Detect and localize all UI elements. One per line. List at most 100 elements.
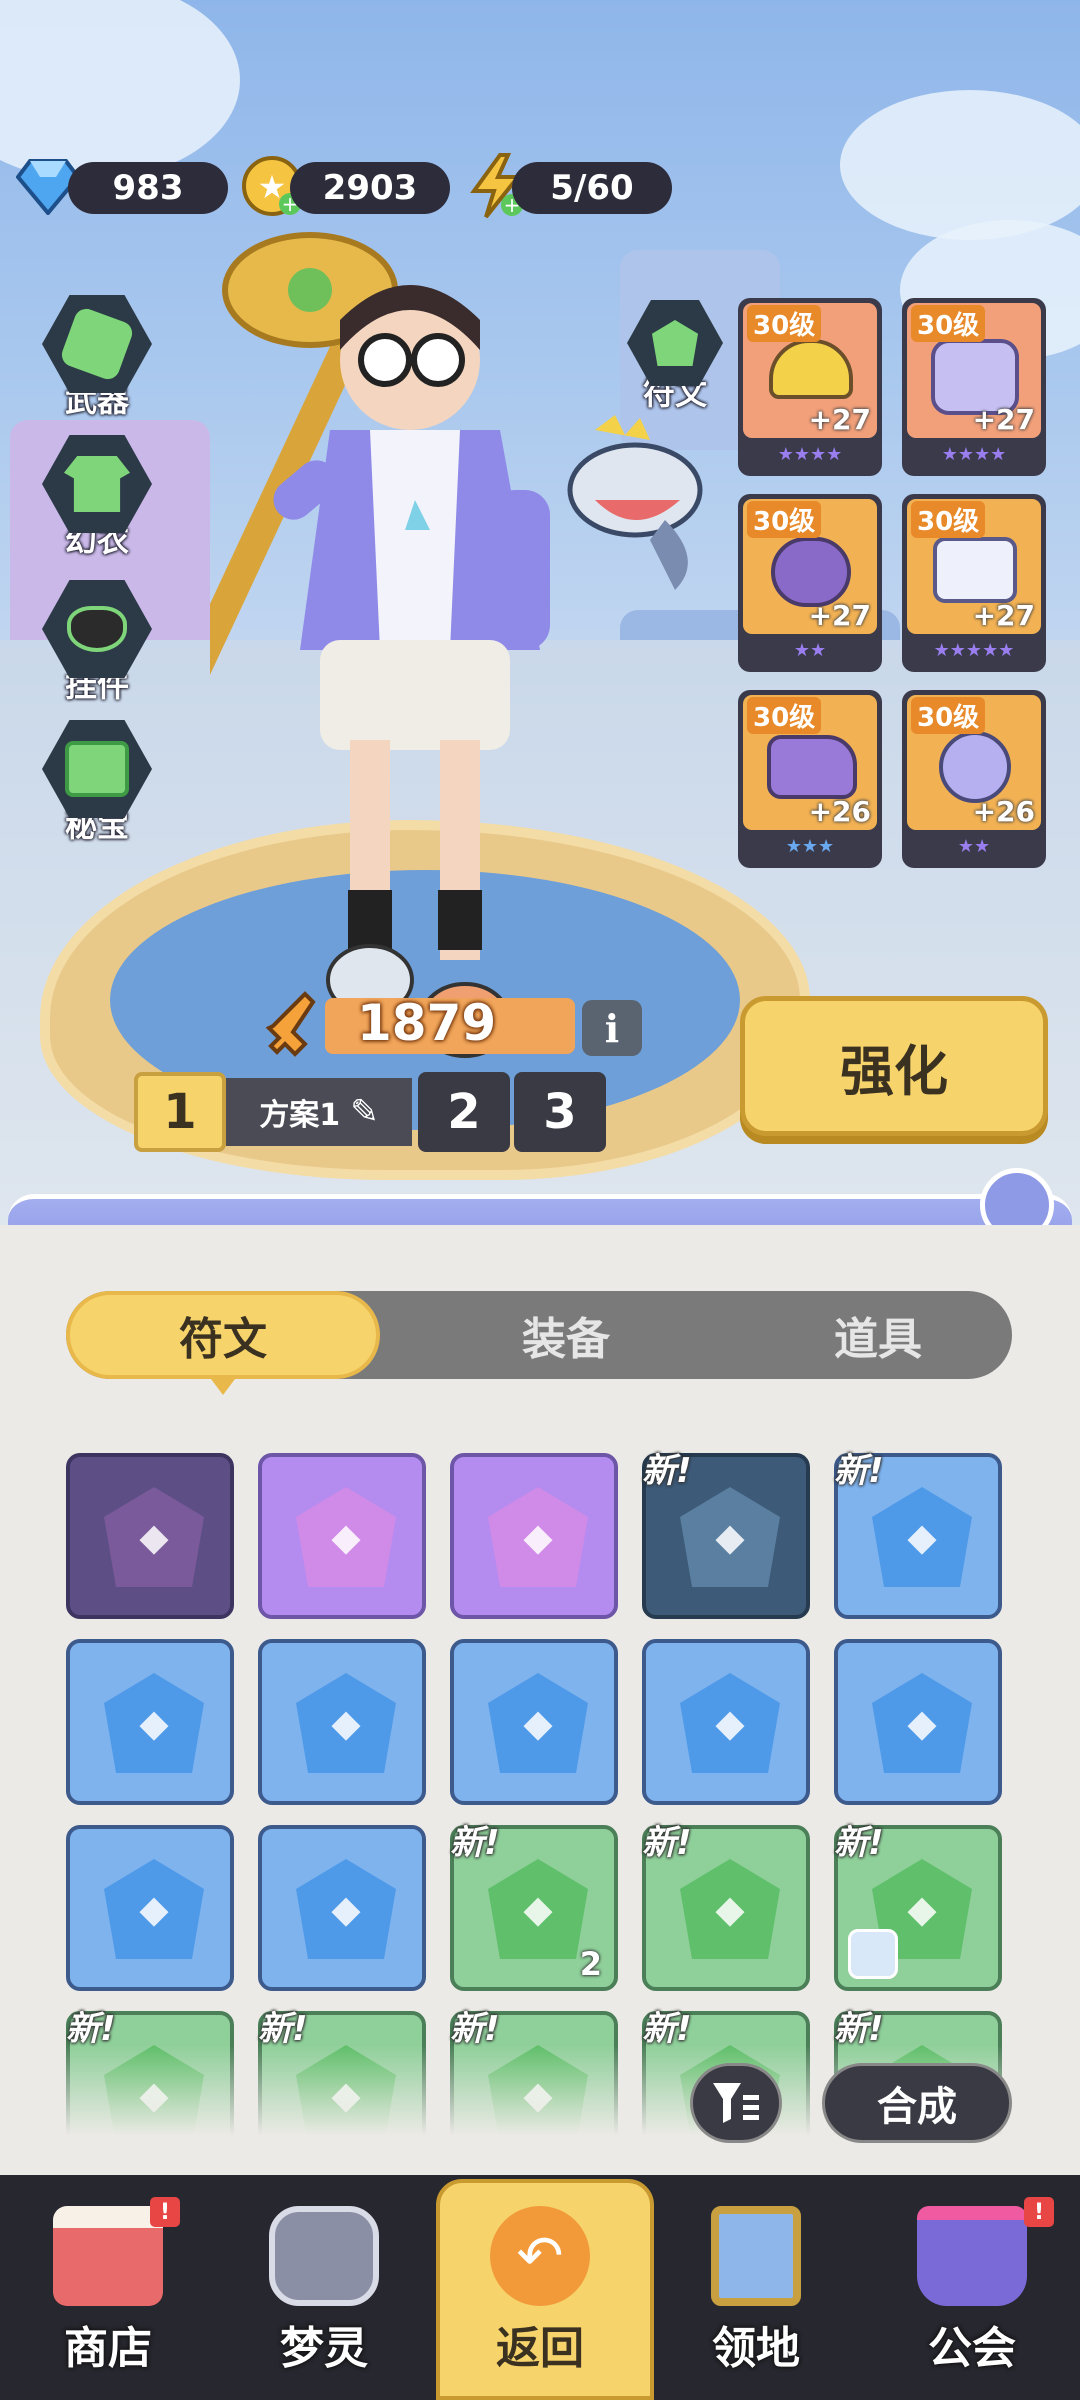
inventory-panel: 符文 装备 道具 ◆◆◆◆新!◆新!◆◆◆◆◆◆◆◆新!2◆新!◆新!◆新!◆新…	[0, 1225, 1080, 2175]
rune-slot[interactable]: ◆	[642, 1639, 810, 1805]
rune-slot[interactable]: ◆	[450, 1639, 618, 1805]
sword-icon	[265, 991, 316, 1057]
shark-pet[interactable]	[555, 410, 725, 600]
new-badge: 新!	[450, 2009, 500, 2049]
energy-value: 5/60	[512, 162, 672, 214]
guild-icon	[917, 2206, 1027, 2306]
helmet-icon: 30级 +27	[743, 303, 877, 438]
orb-icon: 30级 +26	[907, 695, 1041, 830]
gem-value: 983	[68, 162, 228, 214]
power-value: 1879	[357, 994, 497, 1052]
rune-gem-icon: ◆	[488, 1487, 588, 1587]
tab-items[interactable]: 道具	[758, 1291, 998, 1379]
stack-count: 2	[579, 1945, 602, 1983]
edit-icon[interactable]: ✎	[350, 1092, 379, 1132]
rune-slot[interactable]: ◆	[258, 1639, 426, 1805]
treasure-button[interactable]: 秘宝	[34, 720, 160, 846]
player-character[interactable]	[210, 230, 610, 1070]
rune-gem-icon: ◆	[296, 1673, 396, 1773]
rune-gem-icon: ◆	[296, 1859, 396, 1959]
rune-slot[interactable]: ◆	[258, 1825, 426, 1991]
new-badge: 新!	[66, 2009, 116, 2049]
rune-slot[interactable]: ◆新!	[834, 1823, 1002, 1991]
rune-slot[interactable]: ◆	[258, 1453, 426, 1619]
rune-slot[interactable]: ◆	[66, 1825, 234, 1991]
weapon-button[interactable]: 武器	[34, 295, 160, 421]
rune-gem-icon: ◆	[680, 1859, 780, 1959]
rune-gem-icon: ◆	[104, 1859, 204, 1959]
return-icon: ↶	[490, 2206, 590, 2306]
filter-icon	[713, 2083, 759, 2123]
territory-icon	[711, 2206, 801, 2306]
loadout-plan-label[interactable]: 方案1 ✎	[226, 1078, 412, 1146]
equipment-slot-boots[interactable]: 30级 +26 ★★★	[738, 690, 882, 868]
outfit-button[interactable]: 幻衣	[34, 435, 160, 561]
nav-guild[interactable]: ! 公会	[864, 2175, 1080, 2400]
spirit-icon	[269, 2206, 379, 2306]
pants-icon: 30级 +27	[907, 499, 1041, 634]
rune-gem-icon: ◆	[488, 1859, 588, 1959]
rune-inventory-grid: ◆◆◆◆新!◆新!◆◆◆◆◆◆◆◆新!2◆新!◆新!◆新!◆新!◆新!◆新!◆新…	[66, 1439, 1016, 2139]
loadout-bar: 1 方案1 ✎ 2 3	[134, 1072, 610, 1152]
new-badge: 新!	[642, 2009, 692, 2049]
active-tab-pointer	[208, 1375, 238, 1395]
equipment-slot-orb[interactable]: 30级 +26 ★★	[902, 690, 1046, 868]
rune-gem-icon: ◆	[680, 1673, 780, 1773]
nav-dream-spirit[interactable]: 梦灵	[216, 2175, 432, 2400]
nav-territory[interactable]: 领地	[648, 2175, 864, 2400]
treasure-icon	[42, 720, 152, 818]
rune-slot[interactable]: ◆ 新! 2	[450, 1823, 618, 1991]
rune-gem-icon: ◆	[296, 1487, 396, 1587]
inventory-tabs: 符文 装备 道具	[66, 1291, 1012, 1379]
new-badge: 新!	[834, 1451, 884, 1491]
pendant-button[interactable]: 挂件	[34, 580, 160, 706]
rune-icon	[627, 300, 723, 386]
loadout-slot-3[interactable]: 3	[514, 1072, 606, 1152]
tab-equipment[interactable]: 装备	[446, 1291, 686, 1379]
equipment-slot-pants[interactable]: 30级 +27 ★★★★★	[902, 494, 1046, 672]
rune-gem-icon: ◆	[872, 1487, 972, 1587]
new-badge: 新!	[834, 2009, 884, 2049]
equipment-slot-bracer[interactable]: 30级 +27 ★★	[738, 494, 882, 672]
power-display: 1879	[265, 990, 585, 1060]
rune-slot[interactable]: ◆	[66, 1453, 234, 1619]
guild-alert-badge: !	[1024, 2197, 1054, 2227]
nav-return[interactable]: ↶ 返回	[432, 2175, 648, 2400]
loadout-slot-2[interactable]: 2	[418, 1072, 510, 1152]
bottom-navigation: ! 商店 梦灵 ↶ 返回 领地 ! 公会	[0, 2175, 1080, 2400]
equipment-slot-helmet[interactable]: 30级 +27 ★★★★	[738, 298, 882, 476]
new-badge: 新!	[642, 1823, 692, 1863]
shirt-icon	[42, 435, 152, 533]
bracer-icon: 30级 +27	[743, 499, 877, 634]
rune-gem-icon: ◆	[104, 1673, 204, 1773]
rune-button[interactable]: 符文	[612, 300, 738, 426]
rune-slot[interactable]: ◆新!	[834, 1451, 1002, 1619]
rune-gem-icon: ◆	[680, 1487, 780, 1587]
shop-alert-badge: !	[150, 2197, 180, 2227]
shop-icon	[53, 2206, 163, 2306]
filter-button[interactable]	[690, 2063, 782, 2143]
gold-value: 2903	[290, 162, 450, 214]
weapon-icon	[42, 295, 152, 393]
pendant-icon	[42, 580, 152, 678]
armor-icon: 30级 +27	[907, 303, 1041, 438]
rune-gem-icon: ◆	[488, 1673, 588, 1773]
boots-icon: 30级 +26	[743, 695, 877, 830]
new-badge: 新!	[834, 1823, 884, 1863]
rune-slot[interactable]: ◆	[66, 1639, 234, 1805]
rune-slot[interactable]: ◆新!	[642, 1451, 810, 1619]
nav-shop[interactable]: ! 商店	[0, 2175, 216, 2400]
synthesize-button[interactable]: 合成	[822, 2063, 1012, 2143]
rune-slot[interactable]: ◆	[834, 1639, 1002, 1805]
new-badge: 新!	[258, 2009, 308, 2049]
new-badge: 新!	[642, 1451, 692, 1491]
enhance-button[interactable]: 强化	[740, 996, 1048, 1136]
tab-runes[interactable]: 符文	[66, 1291, 380, 1379]
equipment-slot-armor[interactable]: 30级 +27 ★★★★	[902, 298, 1046, 476]
info-icon[interactable]: i	[582, 1000, 642, 1056]
rune-gem-icon: ◆	[872, 1673, 972, 1773]
new-badge: 新!	[450, 1823, 500, 1863]
rune-slot[interactable]: ◆新!	[642, 1823, 810, 1991]
loadout-slot-1[interactable]: 1	[134, 1072, 226, 1152]
rune-slot[interactable]: ◆	[450, 1453, 618, 1619]
